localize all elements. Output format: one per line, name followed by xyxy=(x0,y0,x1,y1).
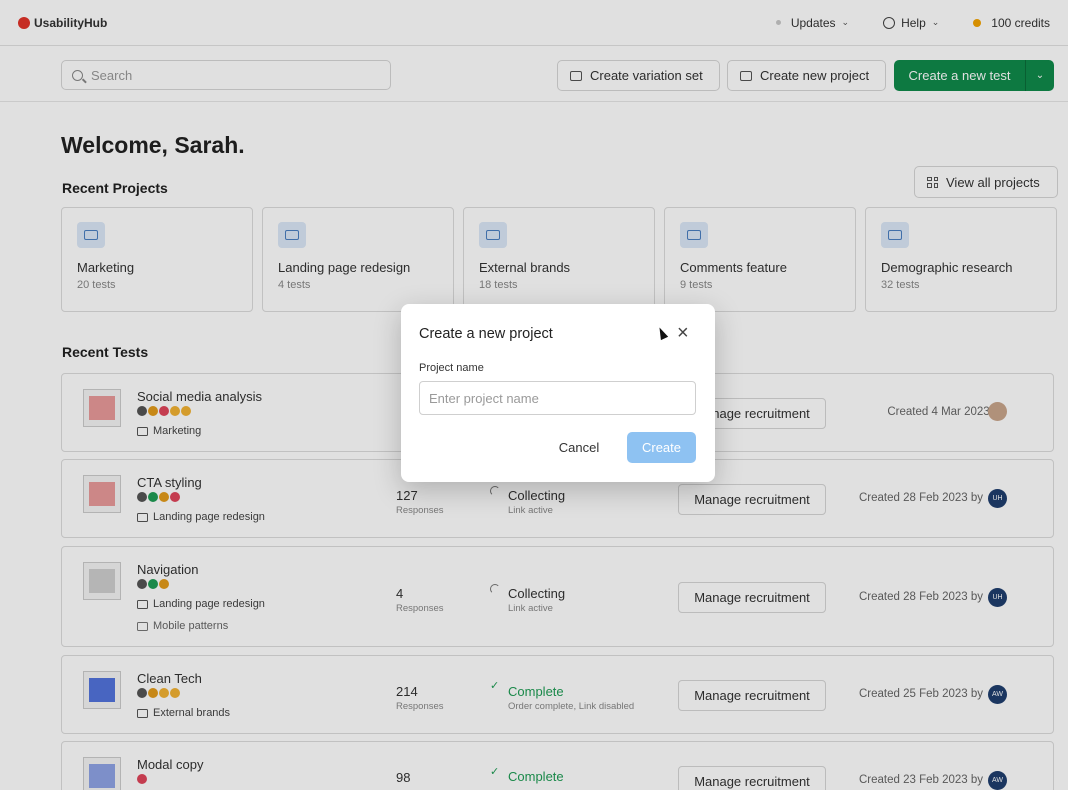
cancel-button[interactable]: Cancel xyxy=(549,432,609,463)
modal-title: Create a new project xyxy=(419,326,553,342)
create-button[interactable]: Create xyxy=(627,432,696,463)
project-name-input[interactable] xyxy=(419,381,696,415)
project-name-label: Project name xyxy=(419,362,484,374)
create-project-modal: Create a new project × Project name Canc… xyxy=(401,304,715,482)
close-icon[interactable]: × xyxy=(677,323,689,343)
